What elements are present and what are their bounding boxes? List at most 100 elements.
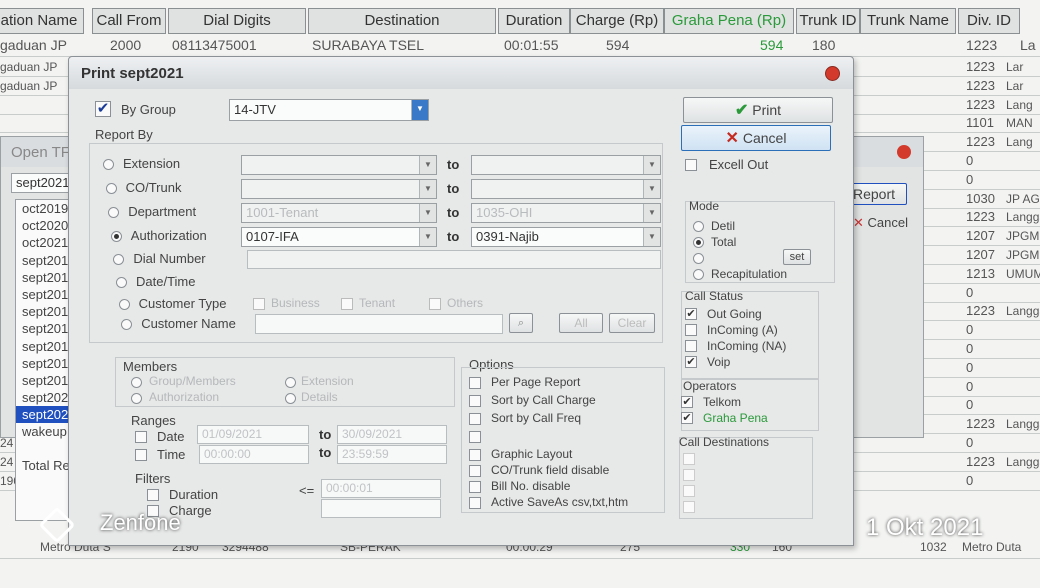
report-from-combo[interactable]: 0107-IFA ▼	[241, 227, 437, 247]
chevron-down-icon[interactable]: ▼	[643, 204, 660, 222]
customer-name-field[interactable]	[255, 314, 503, 334]
by-group-checkbox[interactable]: ✔	[95, 101, 111, 117]
customer-type-checkbox[interactable]	[253, 298, 265, 310]
call-status-checkbox-3[interactable]: ✔	[685, 356, 697, 368]
mode-radio-3[interactable]	[693, 269, 704, 280]
mode-radio-0[interactable]	[693, 221, 704, 232]
duration-checkbox[interactable]	[147, 489, 159, 501]
date-from-field[interactable]: 01/09/2021	[197, 425, 309, 444]
destination-checkbox-4[interactable]	[683, 501, 695, 513]
chevron-down-icon[interactable]: ▼	[643, 156, 660, 174]
time-to-field[interactable]: 23:59:59	[337, 445, 447, 464]
div-id-cell: 1223	[966, 416, 995, 432]
report-by-label: Report By	[95, 127, 153, 142]
report-by-radio-3[interactable]	[110, 231, 122, 242]
option-checkbox-3[interactable]	[469, 431, 481, 443]
column-header[interactable]: Trunk ID	[796, 8, 860, 34]
operator-checkbox-1[interactable]: ✔	[681, 412, 693, 424]
time-label: Time	[157, 447, 186, 462]
close-icon[interactable]	[825, 66, 840, 81]
close-icon[interactable]	[897, 145, 911, 159]
chevron-down-icon[interactable]: ▼	[419, 204, 436, 222]
chevron-down-icon[interactable]: ▼	[411, 100, 428, 120]
customer-search-button[interactable]: ⌕	[509, 313, 533, 333]
destination-checkbox-2[interactable]	[683, 469, 695, 481]
time-checkbox[interactable]	[135, 449, 147, 461]
group-select[interactable]: 14-JTV ▼	[229, 99, 429, 121]
report-by-radio-0[interactable]	[103, 159, 114, 170]
destination-checkbox-3[interactable]	[683, 485, 695, 497]
clear-button[interactable]: Clear	[609, 313, 655, 333]
call-status-checkbox-1[interactable]	[685, 324, 697, 336]
div-id-cell: 1223	[966, 96, 995, 112]
option-checkbox-6[interactable]	[469, 481, 481, 493]
report-to-combo[interactable]: 0391-Najib ▼	[471, 227, 661, 247]
option-label: CO/Trunk field disable	[491, 463, 610, 477]
name-cell: Lar	[1006, 60, 1024, 74]
column-header[interactable]: Dial Digits	[168, 8, 306, 34]
call-destinations-label: Call Destinations	[679, 435, 770, 449]
option-checkbox-7[interactable]	[469, 497, 481, 509]
customer-type-checkbox[interactable]	[429, 298, 441, 310]
column-header[interactable]: Trunk Name	[860, 8, 956, 34]
chevron-down-icon[interactable]: ▼	[419, 180, 436, 198]
members-radio-group[interactable]	[131, 377, 142, 388]
column-header[interactable]: Graha Pena (Rp)	[664, 8, 794, 34]
chevron-down-icon[interactable]: ▼	[643, 228, 660, 246]
call-status-checkbox-0[interactable]: ✔	[685, 308, 697, 320]
date-to-field[interactable]: 30/09/2021	[337, 425, 447, 444]
option-checkbox-5[interactable]	[469, 465, 481, 477]
print-button[interactable]: ✔ Print	[683, 97, 833, 123]
report-from-combo[interactable]: ▼	[241, 155, 437, 175]
option-checkbox-2[interactable]	[469, 413, 481, 425]
chevron-down-icon[interactable]: ▼	[419, 228, 436, 246]
print-dialog-titlebar: Print sept2021	[69, 57, 853, 89]
duration-field[interactable]: 00:00:01	[321, 479, 441, 498]
report-to-combo[interactable]: ▼	[471, 155, 661, 175]
customer-type-checkbox[interactable]	[341, 298, 353, 310]
operator-checkbox-0[interactable]: ✔	[681, 396, 693, 408]
report-by-radio-6[interactable]	[118, 299, 130, 310]
column-header[interactable]: ation Name	[0, 8, 84, 34]
report-to-combo[interactable]: 1035-OHI ▼	[471, 203, 661, 223]
all-button[interactable]: All	[559, 313, 603, 333]
column-header[interactable]: Duration	[498, 8, 570, 34]
destination-checkbox-1[interactable]	[683, 453, 695, 465]
option-checkbox-1[interactable]	[469, 395, 481, 407]
mode-option-label: Total	[711, 235, 737, 249]
excel-out-checkbox[interactable]	[685, 159, 697, 171]
mode-radio-1[interactable]	[693, 237, 704, 248]
time-from-field[interactable]: 00:00:00	[199, 445, 309, 464]
members-radio-details[interactable]	[285, 393, 296, 404]
mode-radio-2[interactable]	[693, 253, 704, 264]
report-by-radio-1[interactable]	[105, 183, 117, 194]
option-checkbox-0[interactable]	[469, 377, 481, 389]
table-row[interactable]: gaduan JP 2000 08113475001 SURABAYA TSEL 00:…	[0, 34, 1040, 57]
members-radio-extension[interactable]	[285, 377, 296, 388]
report-from-value: 0107-IFA	[246, 229, 299, 244]
set-button[interactable]: set	[783, 249, 811, 265]
name-cell: Langganan	[1006, 454, 1040, 469]
column-header[interactable]: Div. ID	[958, 8, 1020, 34]
name-cell: Lang	[1006, 97, 1033, 112]
report-to-combo[interactable]: ▼	[471, 179, 661, 199]
option-checkbox-4[interactable]	[469, 449, 481, 461]
back-cancel-button[interactable]: ✕ Cancel	[853, 215, 908, 231]
option-label: Sort by Call Freq	[491, 411, 582, 425]
name-cell: JPGM	[1006, 229, 1040, 244]
report-by-radio-5[interactable]	[116, 277, 127, 288]
date-checkbox[interactable]	[135, 431, 147, 443]
column-header[interactable]: Charge (Rp)	[570, 8, 664, 34]
report-from-combo[interactable]: 1001-Tenant ▼	[241, 203, 437, 223]
column-header[interactable]: Call From	[92, 8, 166, 34]
call-status-checkbox-2[interactable]	[685, 340, 697, 352]
div-id-cell: 1030	[966, 190, 995, 206]
charge-field[interactable]	[321, 499, 441, 518]
cancel-button[interactable]: ✕ Cancel	[681, 125, 831, 151]
members-radio-authorization[interactable]	[131, 393, 142, 404]
chevron-down-icon[interactable]: ▼	[643, 180, 660, 198]
report-from-combo[interactable]: ▼	[241, 179, 437, 199]
dial-number-field[interactable]	[247, 250, 661, 269]
chevron-down-icon[interactable]: ▼	[419, 156, 436, 174]
column-header[interactable]: Destination	[308, 8, 496, 34]
